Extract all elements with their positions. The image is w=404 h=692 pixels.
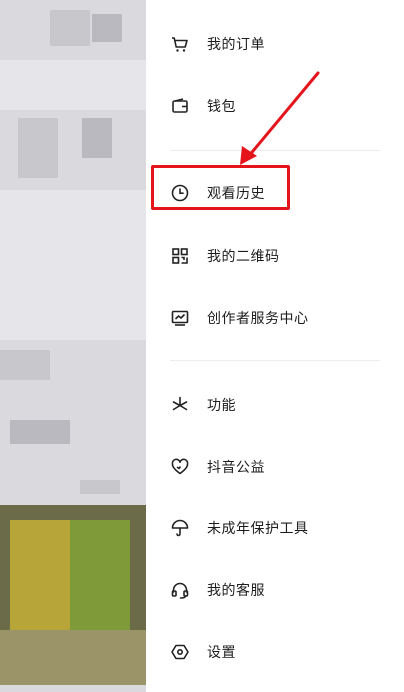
menu-item-label: 我的客服 xyxy=(207,583,265,599)
hexagon-gear-icon xyxy=(170,642,190,662)
side-drawer-menu: 我的订单 钱包 观看历史 我的二维码 创作者服务中心 功能 抖音公益 未成年保护… xyxy=(146,0,404,692)
menu-item-charity[interactable]: 抖音公益 xyxy=(146,443,404,491)
monitor-chart-icon xyxy=(170,308,190,328)
menu-item-customer-service[interactable]: 我的客服 xyxy=(146,566,404,614)
menu-item-label: 我的订单 xyxy=(207,37,265,53)
menu-item-label: 创作者服务中心 xyxy=(207,311,309,327)
menu-item-label: 我的二维码 xyxy=(207,249,280,265)
headset-icon xyxy=(170,580,190,600)
menu-item-label: 钱包 xyxy=(207,99,236,115)
divider xyxy=(170,360,380,361)
menu-item-label: 未成年保护工具 xyxy=(207,521,309,537)
asterisk-icon xyxy=(170,395,190,415)
menu-item-minor-protection[interactable]: 未成年保护工具 xyxy=(146,504,404,552)
menu-item-orders[interactable]: 我的订单 xyxy=(146,20,404,68)
divider xyxy=(170,150,380,151)
blurred-background xyxy=(0,0,146,692)
menu-item-creator-center[interactable]: 创作者服务中心 xyxy=(146,294,404,342)
menu-item-functions[interactable]: 功能 xyxy=(146,381,404,429)
menu-item-label: 抖音公益 xyxy=(207,460,265,476)
heart-hands-icon xyxy=(170,457,190,477)
menu-item-qrcode[interactable]: 我的二维码 xyxy=(146,232,404,280)
menu-item-settings[interactable]: 设置 xyxy=(146,628,404,676)
umbrella-icon xyxy=(170,518,190,538)
menu-item-wallet[interactable]: 钱包 xyxy=(146,82,404,130)
highlight-box xyxy=(151,165,290,210)
qrcode-icon xyxy=(170,246,190,266)
cart-icon xyxy=(170,34,190,54)
menu-item-label: 设置 xyxy=(207,645,236,661)
menu-item-label: 功能 xyxy=(207,398,236,414)
wallet-icon xyxy=(170,96,190,116)
